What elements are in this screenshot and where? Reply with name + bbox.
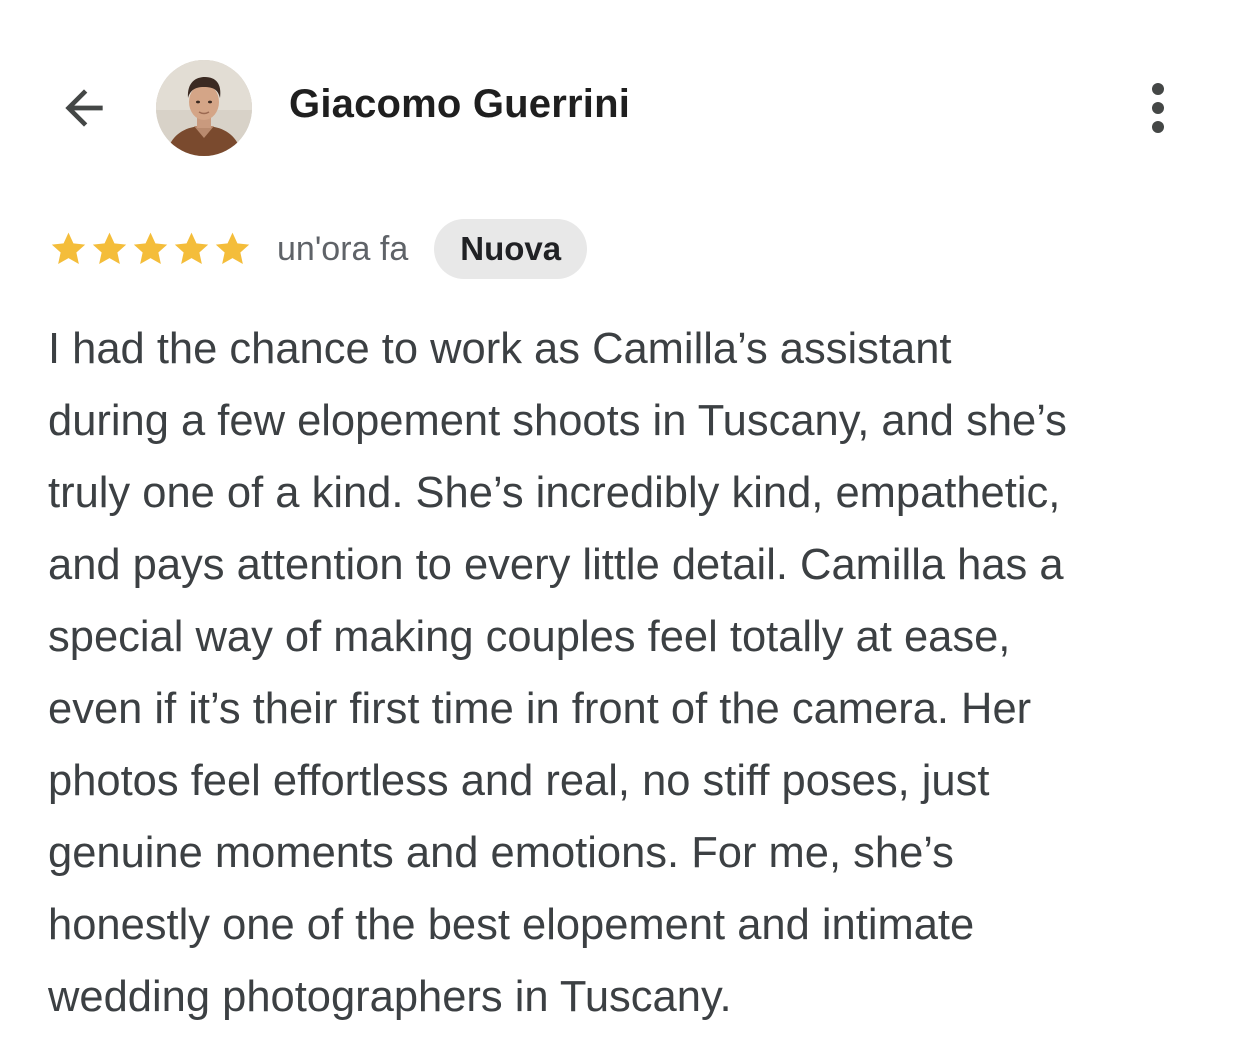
avatar[interactable]	[156, 60, 252, 156]
star-icon	[215, 232, 250, 265]
star-icon	[92, 232, 127, 265]
back-button[interactable]	[52, 76, 116, 140]
more-options-button[interactable]	[1130, 76, 1186, 140]
user-name[interactable]: Giacomo Guerrini	[289, 82, 630, 127]
star-icon	[51, 232, 86, 265]
review-meta: un'ora fa Nuova	[48, 218, 588, 280]
star-rating	[48, 229, 253, 269]
review-time: un'ora fa	[277, 229, 409, 268]
star-icon	[133, 232, 168, 265]
more-vertical-icon	[1152, 83, 1164, 133]
new-badge: Nuova	[434, 219, 588, 279]
star-icon	[174, 232, 209, 265]
review-header: Giacomo Guerrini	[0, 0, 1242, 210]
avatar-image	[156, 60, 252, 156]
review-text: I had the chance to work as Camilla’s as…	[48, 325, 1067, 1021]
arrow-left-icon	[65, 89, 103, 127]
